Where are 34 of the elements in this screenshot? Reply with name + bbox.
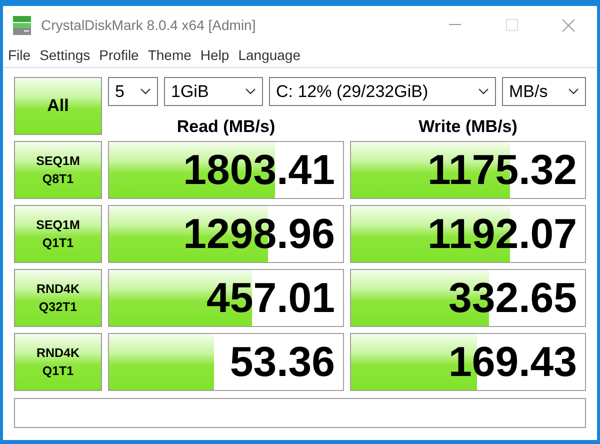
test-button[interactable]: RND4K Q1T1 bbox=[14, 333, 102, 391]
maximize-icon bbox=[506, 19, 518, 31]
menu-item[interactable]: Help bbox=[200, 45, 230, 66]
dropdown[interactable]: 5 bbox=[108, 77, 158, 106]
menu-item[interactable]: File bbox=[8, 45, 31, 66]
result-value: 1298.96 bbox=[183, 213, 335, 255]
result-value: 53.36 bbox=[230, 341, 335, 383]
dropdown[interactable]: 1GiB bbox=[164, 77, 263, 106]
result-value: 332.65 bbox=[448, 277, 577, 319]
result-value: 1192.07 bbox=[427, 213, 577, 255]
chevron-icon bbox=[568, 88, 579, 95]
column-header: Write (MB/s) bbox=[418, 118, 518, 135]
test-button[interactable]: SEQ1M Q8T1 bbox=[14, 141, 102, 199]
result-value: 457.01 bbox=[206, 277, 335, 319]
dropdown[interactable]: C: 12% (29/232GiB) bbox=[269, 77, 496, 106]
test-button[interactable]: SEQ1M Q1T1 bbox=[14, 205, 102, 263]
all-button[interactable]: All bbox=[14, 77, 102, 135]
dropdown[interactable]: MB/s bbox=[502, 77, 586, 106]
menu-item[interactable]: Settings bbox=[40, 45, 90, 66]
test-button[interactable]: RND4K Q32T1 bbox=[14, 269, 102, 327]
minimize-icon bbox=[448, 24, 460, 26]
menu-item[interactable]: Theme bbox=[148, 45, 192, 66]
chevron-icon bbox=[245, 88, 256, 95]
result-value: 1175.32 bbox=[427, 149, 577, 191]
chevron-icon bbox=[140, 88, 151, 95]
app-icon bbox=[11, 14, 33, 36]
window-title: CrystalDiskMark 8.0.4 x64 [Admin] bbox=[41, 16, 256, 35]
menu-item[interactable]: Profile bbox=[99, 45, 139, 66]
result-value: 1803.41 bbox=[183, 149, 335, 191]
close-icon bbox=[562, 18, 575, 32]
chevron-icon bbox=[478, 88, 489, 95]
result-value: 169.43 bbox=[448, 341, 577, 383]
menu-item[interactable]: Language bbox=[238, 45, 301, 66]
column-header: Read (MB/s) bbox=[176, 118, 276, 135]
